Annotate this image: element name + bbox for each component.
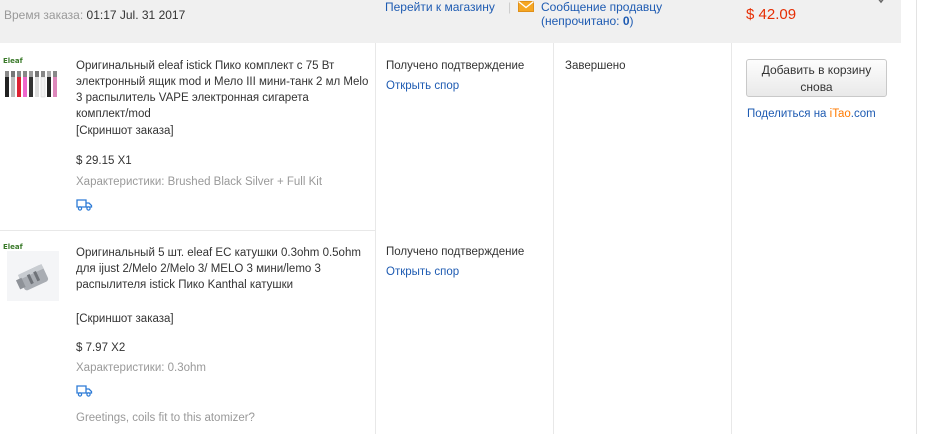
product-image: [5, 71, 57, 98]
product-title-link[interactable]: Оригинальный 5 шт. eleaf EC катушки 0.3o…: [76, 245, 372, 293]
order-total: $ 42.09: [746, 6, 797, 23]
item-properties: Характеристики: 0.3ohm: [76, 362, 207, 374]
product-thumbnail[interactable]: Eleaf: [3, 57, 63, 117]
truck-icon[interactable]: [76, 199, 93, 211]
product-image: [7, 251, 59, 301]
product-thumbnail[interactable]: Eleaf: [3, 243, 63, 303]
order-snapshot-link[interactable]: [Скриншот заказа]: [76, 313, 174, 325]
row-divider: [0, 230, 375, 231]
order-status: Завершено: [565, 60, 626, 72]
unread-prefix: (непрочитано:: [541, 14, 623, 28]
item-status: Получено подтверждение: [386, 60, 525, 72]
buyer-note: Greetings, coils fit to this atomizer?: [76, 412, 255, 424]
share-prefix: Поделиться на: [747, 108, 830, 120]
column-divider: [375, 43, 376, 434]
share-suffix: .com: [850, 108, 876, 120]
order-time: Время заказа: 01:17 Jul. 31 2017: [4, 8, 185, 22]
share-itao-link[interactable]: Поделиться на iTao.com: [747, 108, 876, 120]
truck-icon[interactable]: [76, 385, 93, 397]
order-snapshot-link[interactable]: [Скриншот заказа]: [76, 125, 174, 137]
divider: |: [508, 0, 512, 14]
order-time-value: 01:17 Jul. 31 2017: [86, 8, 186, 22]
message-seller-link[interactable]: Сообщение продавцу (непрочитано: 0): [541, 0, 662, 28]
order-header: Время заказа: 01:17 Jul. 31 2017 Перейти…: [0, 0, 901, 43]
column-divider: [553, 43, 554, 434]
unread-suffix: ): [629, 14, 634, 28]
column-divider: [731, 43, 732, 434]
message-seller-label: Сообщение продавцу: [541, 0, 663, 14]
envelope-icon[interactable]: [518, 1, 534, 12]
itao-label: iTao: [829, 108, 851, 120]
open-dispute-link[interactable]: Открыть спор: [386, 266, 459, 278]
chevron-down-icon[interactable]: [876, 0, 886, 4]
item-properties: Характеристики: Brushed Black Silver + F…: [76, 176, 323, 188]
product-title-link[interactable]: Оригинальный eleaf istick Пико комплект …: [76, 58, 372, 122]
order-time-label: Время заказа:: [4, 8, 84, 22]
scrollbar-track[interactable]: [916, 0, 917, 434]
unread-count: 0: [622, 14, 630, 28]
go-to-store-link[interactable]: Перейти к магазину: [385, 0, 495, 14]
item-price: $ 7.97 X2: [76, 342, 126, 354]
item-status: Получено подтверждение: [386, 246, 525, 258]
open-dispute-link[interactable]: Открыть спор: [386, 80, 459, 92]
item-price: $ 29.15 X1: [76, 155, 132, 167]
add-to-cart-again-button[interactable]: Добавить в корзину снова: [746, 59, 887, 97]
